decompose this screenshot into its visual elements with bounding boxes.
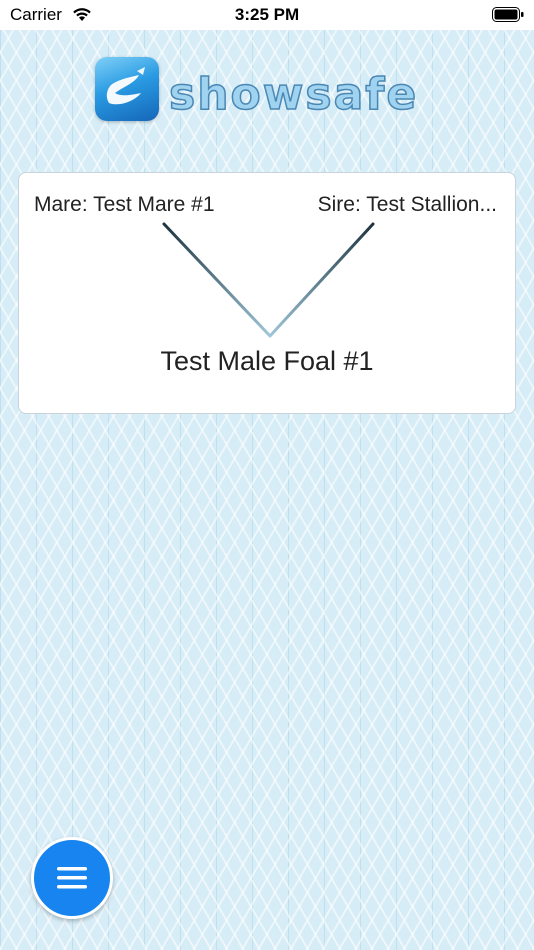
hamburger-menu-icon <box>57 867 87 889</box>
pedigree-connector-lines <box>162 222 375 338</box>
logo-wordmark: showsafe <box>168 68 419 121</box>
foal-name[interactable]: Test Male Foal #1 <box>19 346 515 377</box>
showsafe-logo-icon <box>95 57 159 121</box>
status-bar: Carrier 3:25 PM <box>0 0 534 30</box>
menu-button[interactable] <box>31 837 113 919</box>
showsafe-logo: showsafe <box>95 55 445 125</box>
battery-icon <box>492 7 524 27</box>
clock: 3:25 PM <box>234 5 300 24</box>
pedigree-card[interactable]: Mare: Test Mare #1 Sire: Test Stallion..… <box>18 172 516 414</box>
